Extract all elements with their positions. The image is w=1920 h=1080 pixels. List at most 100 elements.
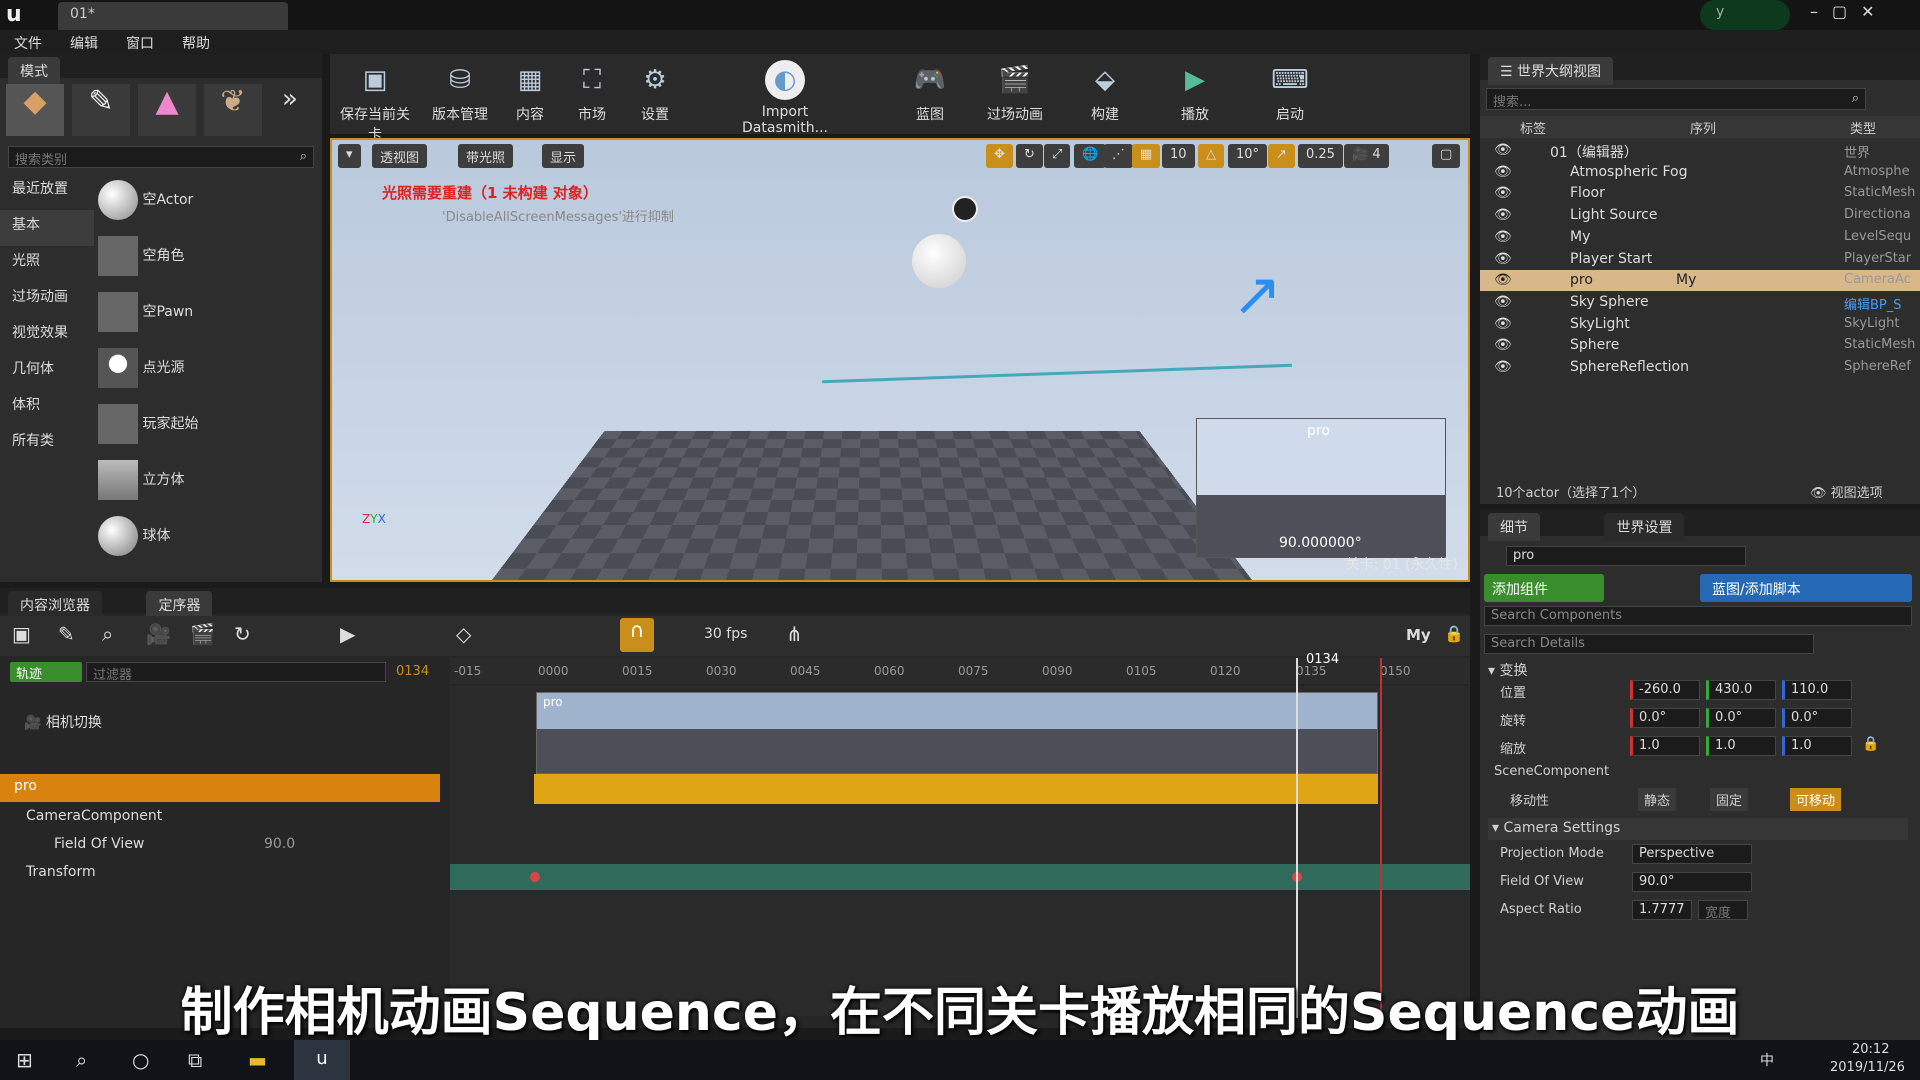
scale-tool-icon[interactable]: ⤢ xyxy=(1044,144,1071,168)
outliner-row[interactable]: 👁 SkyLight SkyLight xyxy=(1480,314,1920,335)
key-icon[interactable]: ◇ xyxy=(456,622,471,646)
document-tab[interactable]: 01* xyxy=(58,2,288,30)
build-button[interactable]: ⬙ 构建 xyxy=(1075,60,1135,128)
actor-name-field[interactable]: pro xyxy=(1506,546,1746,566)
place-item[interactable]: ● 点光源 xyxy=(98,348,298,394)
rotation-x[interactable]: 0.0° xyxy=(1630,708,1700,728)
eye-icon[interactable]: 👁 xyxy=(1494,164,1512,180)
menu-file[interactable]: 文件 xyxy=(0,30,56,54)
place-item[interactable]: 立方体 xyxy=(98,460,298,506)
place-mode-icon[interactable]: ◆ xyxy=(6,84,64,136)
category-volumes[interactable]: 体积 xyxy=(0,390,94,426)
grid-snap-icon[interactable]: ▦ xyxy=(1132,144,1161,168)
rotate-tool-icon[interactable]: ↻ xyxy=(1016,144,1043,168)
lit-button[interactable]: 带光照 xyxy=(458,144,514,168)
camera-cut-track[interactable]: 🎥 相机切换 xyxy=(24,712,102,734)
paint-mode-icon[interactable]: ✎ xyxy=(72,84,130,136)
outliner-row[interactable]: 👁 Sky Sphere 编辑BP_S xyxy=(1480,292,1920,313)
lock-icon[interactable]: 🔒 xyxy=(1862,736,1879,752)
view-options-button[interactable]: 👁 视图选项 xyxy=(1810,482,1883,501)
scale-y[interactable]: 1.0 xyxy=(1706,736,1776,756)
outliner-search[interactable]: 搜索... ⌕ xyxy=(1486,88,1866,110)
outliner-row[interactable]: 👁 My LevelSequ xyxy=(1480,227,1920,248)
category-basic[interactable]: 基本 xyxy=(0,210,94,246)
category-all[interactable]: 所有类 xyxy=(0,426,94,462)
camera-shot-section[interactable]: pro xyxy=(536,692,1378,774)
eye-icon[interactable]: 👁 xyxy=(1494,251,1512,267)
outliner-row[interactable]: 👁 pro My CameraAc xyxy=(1480,270,1920,292)
surface-snap-icon[interactable]: ⋰ xyxy=(1104,144,1133,168)
play-button[interactable]: ▶ 播放 xyxy=(1165,60,1225,128)
category-geometry[interactable]: 几何体 xyxy=(0,354,94,390)
task-view-icon[interactable]: ⧉ xyxy=(188,1048,202,1072)
rotation-z[interactable]: 0.0° xyxy=(1782,708,1852,728)
playhead[interactable] xyxy=(1296,658,1298,1018)
actor-track-bar[interactable] xyxy=(534,774,1378,804)
rotation-snap-icon[interactable]: △ xyxy=(1198,144,1224,168)
cortana-icon[interactable]: ○ xyxy=(132,1048,149,1072)
search-details-input[interactable]: Search Details xyxy=(1484,634,1814,654)
place-item[interactable]: 空Actor xyxy=(98,180,298,226)
category-visual[interactable]: 视觉效果 xyxy=(0,318,94,354)
reflection-capture-icon[interactable] xyxy=(952,196,978,222)
blueprints-button[interactable]: 🎮 蓝图 xyxy=(900,60,960,128)
eye-icon[interactable]: 👁 xyxy=(1494,272,1512,288)
content-button[interactable]: ▦ 内容 xyxy=(500,60,560,128)
place-item[interactable]: 空角色 xyxy=(98,236,298,282)
track-area[interactable]: pro xyxy=(450,658,1470,1018)
location-x[interactable]: -260.0 xyxy=(1630,680,1700,700)
more-modes-icon[interactable]: » xyxy=(270,84,310,136)
place-item[interactable]: 空Pawn xyxy=(98,292,298,338)
mobility-stationary[interactable]: 固定 xyxy=(1710,788,1749,811)
cinematics-button[interactable]: 🎬 过场动画 xyxy=(975,60,1055,128)
transform-gizmo[interactable]: ↗ xyxy=(1232,260,1352,380)
sphere-actor[interactable] xyxy=(912,234,966,288)
save-icon[interactable]: ▣ xyxy=(12,622,31,646)
timeline-ruler[interactable]: -015 0000 0015 0030 0045 0060 0075 0090 … xyxy=(450,652,1470,684)
marketplace-button[interactable]: ⛶ 市场 xyxy=(562,60,622,128)
view-mode-button[interactable]: 透视图 xyxy=(372,144,428,168)
scale-z[interactable]: 1.0 xyxy=(1782,736,1852,756)
aspect-ratio-extra[interactable]: 宽度 xyxy=(1698,900,1748,921)
menu-window[interactable]: 窗口 xyxy=(112,30,168,54)
location-z[interactable]: 110.0 xyxy=(1782,680,1852,700)
save-level-button[interactable]: ▣ 保存当前关卡 xyxy=(335,60,415,143)
search-icon[interactable]: ⌕ xyxy=(102,622,113,646)
eye-icon[interactable]: 👁 xyxy=(1494,185,1512,201)
col-type[interactable]: 类型 xyxy=(1850,118,1876,137)
mobility-movable[interactable]: 可移动 xyxy=(1790,788,1842,811)
content-browser-tab[interactable]: 内容浏览器 xyxy=(8,591,102,619)
menu-edit[interactable]: 编辑 xyxy=(56,30,112,54)
keyframe[interactable] xyxy=(530,872,540,882)
camera-speed[interactable]: 🎥 4 xyxy=(1344,144,1389,168)
clock-date[interactable]: 2019/11/26 xyxy=(1830,1060,1905,1075)
place-item[interactable]: 球体 xyxy=(98,516,298,562)
modes-tab[interactable]: 模式 xyxy=(8,57,60,85)
outliner-row[interactable]: 👁 Floor StaticMesh xyxy=(1480,183,1920,204)
outliner-row[interactable]: 👁 Player Start PlayerStar xyxy=(1480,249,1920,270)
actor-track[interactable]: pro xyxy=(0,774,440,802)
landscape-mode-icon[interactable]: ▲ xyxy=(138,84,196,136)
scale-snap-icon[interactable]: ↗ xyxy=(1268,144,1295,168)
scale-x[interactable]: 1.0 xyxy=(1630,736,1700,756)
eye-icon[interactable]: 👁 xyxy=(1494,294,1512,310)
outliner-row[interactable]: 👁 01（编辑器） 世界 xyxy=(1480,140,1920,161)
add-component-button[interactable]: 添加组件 xyxy=(1484,574,1604,602)
grid-size[interactable]: 10 xyxy=(1162,144,1195,168)
sequencer-tab[interactable]: 定序器 xyxy=(146,591,213,619)
launch-button[interactable]: ⌨ 启动 xyxy=(1260,60,1320,128)
col-sequence[interactable]: 序列 xyxy=(1690,118,1716,137)
col-label[interactable]: 标签 xyxy=(1520,118,1546,137)
camera-settings-section[interactable]: ▾ Camera Settings xyxy=(1488,818,1908,840)
category-lights[interactable]: 光照 xyxy=(0,246,94,282)
mobility-static[interactable]: 静态 xyxy=(1638,788,1677,811)
eye-icon[interactable]: 👁 xyxy=(1494,337,1512,353)
add-track-button[interactable]: 轨迹 xyxy=(10,662,82,682)
modes-search[interactable]: 搜索类别 ⌕ xyxy=(8,146,314,168)
import-datasmith-button[interactable]: ◐ Import Datasmith... xyxy=(720,60,850,136)
window-controls[interactable]: –▢✕ xyxy=(1810,2,1889,21)
search-icon[interactable]: ⌕ xyxy=(76,1048,87,1072)
eye-icon[interactable]: 👁 xyxy=(1494,142,1512,158)
outliner-tab[interactable]: ☰ 世界大纲视图 xyxy=(1488,57,1614,85)
camera-icon[interactable]: 🎥 xyxy=(146,622,171,646)
